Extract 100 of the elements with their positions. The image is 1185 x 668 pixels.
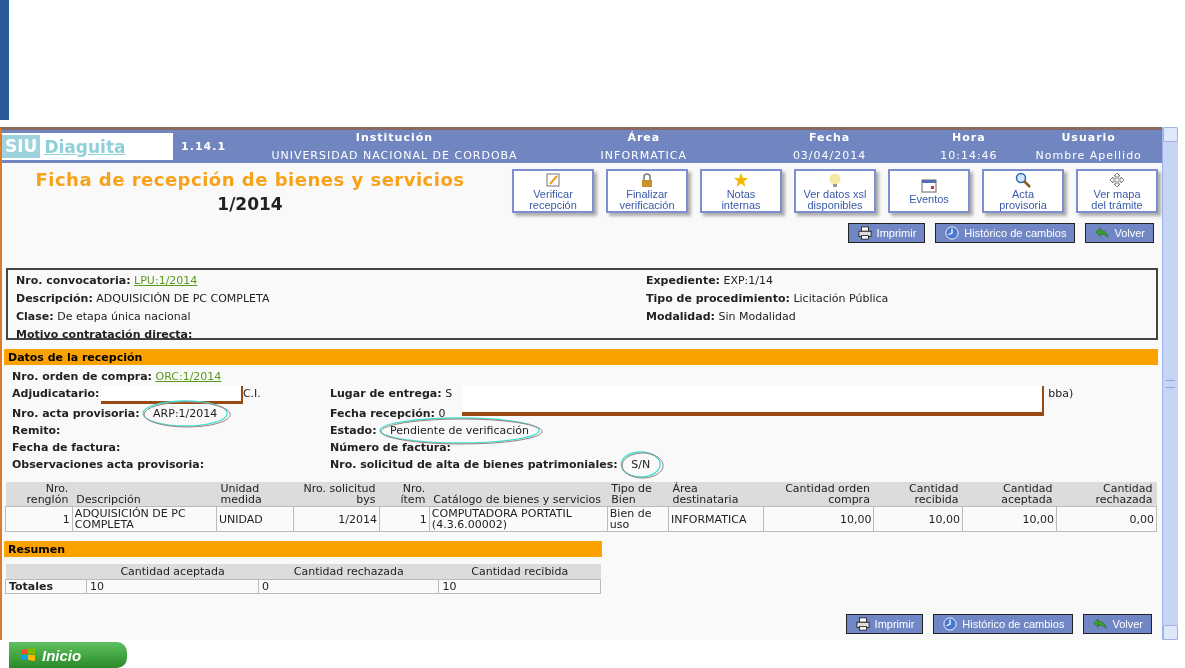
action-button[interactable]: Ver mapa del trámite bbox=[1076, 169, 1158, 213]
action-button[interactable]: Eventos bbox=[888, 169, 970, 213]
field-label: Estado: bbox=[330, 424, 377, 437]
history-button[interactable]: Histórico de cambios bbox=[935, 223, 1076, 243]
header-label: Área bbox=[627, 131, 661, 144]
link[interactable]: ORC:1/2014 bbox=[155, 370, 222, 383]
column-header: Descripción bbox=[72, 482, 217, 507]
page-title: Ficha de recepción de bienes y servicios bbox=[35, 169, 465, 190]
column-header: Cantidad rechazada bbox=[258, 564, 439, 580]
action-button[interactable]: Ver datos xsl disponibles bbox=[794, 169, 876, 213]
column-header: Nro. solicitud bys bbox=[293, 482, 380, 507]
table-cell: 10,00 bbox=[763, 506, 874, 532]
magnifier-icon bbox=[1015, 171, 1031, 188]
column-header: Catálogo de bienes y servicios bbox=[429, 482, 608, 507]
scrollbar[interactable] bbox=[1162, 127, 1178, 640]
print-button[interactable]: Imprimir bbox=[845, 614, 924, 634]
clock-icon bbox=[944, 226, 961, 240]
field-label: Remito: bbox=[12, 424, 61, 437]
column-header: Cantidad recibida bbox=[438, 564, 601, 580]
back-arrow-icon bbox=[1094, 226, 1111, 240]
back-arrow-icon bbox=[1092, 617, 1109, 631]
action-button[interactable]: Acta provisoria bbox=[982, 169, 1064, 213]
version-label: 1.14.1 bbox=[181, 140, 227, 153]
field-label: Número de factura: bbox=[330, 441, 451, 454]
field-label: Nro. acta provisoria: bbox=[12, 407, 140, 420]
header-value: 10:14:46 bbox=[940, 149, 998, 162]
field-label: Fecha recepción: bbox=[330, 407, 435, 420]
column-header: Unidad medida bbox=[216, 482, 294, 507]
back-button[interactable]: Volver bbox=[1085, 223, 1154, 243]
field-label: Modalidad: bbox=[646, 310, 715, 323]
field-label: Nro. convocatoria: bbox=[16, 274, 131, 287]
header-label: Fecha bbox=[808, 131, 851, 144]
column-header: Cantidad orden compra bbox=[763, 482, 874, 507]
field-value: EXP:1/14 bbox=[723, 274, 774, 287]
header-value: INFORMATICA bbox=[600, 149, 688, 162]
field-value: 0 bbox=[438, 407, 446, 420]
calendar-icon bbox=[921, 177, 937, 193]
header-value: UNIVERSIDAD NACIONAL DE CORDOBA bbox=[271, 149, 518, 162]
section-header: Datos de la recepción bbox=[4, 349, 1158, 365]
note-icon bbox=[545, 171, 561, 188]
table-cell: 1/2014 bbox=[293, 506, 380, 532]
print-button[interactable]: Imprimir bbox=[847, 223, 926, 243]
column-header: Nro. ítem bbox=[379, 482, 430, 507]
table-cell: UNIDAD bbox=[216, 506, 294, 532]
action-button[interactable]: Finalizar verificación bbox=[606, 169, 688, 213]
column-header: Área destinataria bbox=[668, 482, 764, 507]
padlock-icon bbox=[639, 171, 655, 188]
table-cell: Bien de uso bbox=[607, 506, 669, 532]
column-header: Tipo de Bien bbox=[607, 482, 669, 507]
field-value: S bbox=[445, 387, 453, 400]
field-label: Observaciones acta provisoria: bbox=[12, 458, 205, 471]
printer-icon bbox=[856, 226, 873, 240]
field-label: Lugar de entrega: bbox=[330, 387, 442, 400]
field-label: Descripción: bbox=[16, 292, 93, 305]
column-header: Cantidad aceptada bbox=[86, 564, 259, 580]
field-value: Sin Modalidad bbox=[718, 310, 796, 323]
history-button[interactable]: Histórico de cambios bbox=[933, 614, 1074, 634]
field-label: Motivo contratación directa: bbox=[16, 328, 193, 341]
action-button[interactable]: Verificar recepción bbox=[512, 169, 594, 213]
field-value: De etapa única nacional bbox=[57, 310, 191, 323]
back-button[interactable]: Volver bbox=[1083, 614, 1152, 634]
table-cell: 10 bbox=[438, 579, 601, 594]
row-header: Totales bbox=[5, 579, 87, 594]
windows-logo-icon bbox=[19, 647, 37, 663]
field-value: ADQUISICIÓN DE PC COMPLETA bbox=[96, 292, 270, 305]
field-label: Clase: bbox=[16, 310, 54, 323]
header-value: Nombre Apellido bbox=[1035, 149, 1142, 162]
field-value: Licitación Pública bbox=[793, 292, 889, 305]
table-cell: COMPUTADORA PORTATIL (4.3.6.00002) bbox=[429, 506, 608, 532]
field-value: Pendiente de verificación bbox=[390, 424, 530, 437]
clock-icon bbox=[942, 617, 959, 631]
logo: SIU Diaguita bbox=[2, 133, 174, 160]
column-header: Cantidad aceptada bbox=[962, 482, 1057, 507]
table-cell: ADQUISICIÓN DE PC COMPLETA bbox=[72, 506, 217, 532]
record-number: 1/2014 bbox=[217, 194, 283, 214]
field-label: Nro. orden de compra: bbox=[12, 370, 152, 383]
field-value: C.I. bbox=[242, 387, 261, 400]
star-icon bbox=[733, 171, 749, 188]
table-cell: 0 bbox=[258, 579, 439, 594]
column-header: Nro. renglón bbox=[5, 482, 73, 507]
lightbulb-icon bbox=[827, 171, 843, 188]
action-button[interactable]: Notas internas bbox=[700, 169, 782, 213]
column-header: Cantidad recibida bbox=[873, 482, 963, 507]
table-cell: INFORMATICA bbox=[668, 506, 764, 532]
table-cell: 10 bbox=[86, 579, 259, 594]
header-value: 03/04/2014 bbox=[792, 149, 867, 162]
field-text: bba) bbox=[1048, 386, 1074, 402]
printer-icon bbox=[854, 617, 871, 631]
table-cell: 1 bbox=[5, 506, 73, 532]
field-label: Nro. solicitud de alta de bienes patrimoniales: bbox=[330, 458, 618, 471]
section-header: Resumen bbox=[4, 541, 602, 557]
field-label: Expediente: bbox=[646, 274, 720, 287]
link[interactable]: LPU:1/2014 bbox=[134, 274, 198, 287]
field-value: S/N bbox=[631, 458, 651, 471]
field-label: Fecha de factura: bbox=[12, 441, 121, 454]
field-value: ARP:1/2014 bbox=[153, 407, 218, 420]
header-label: Hora bbox=[952, 131, 986, 144]
table-cell: 1 bbox=[379, 506, 430, 532]
arrows-icon bbox=[1109, 171, 1125, 188]
start-button[interactable]: Inicio bbox=[9, 642, 127, 668]
